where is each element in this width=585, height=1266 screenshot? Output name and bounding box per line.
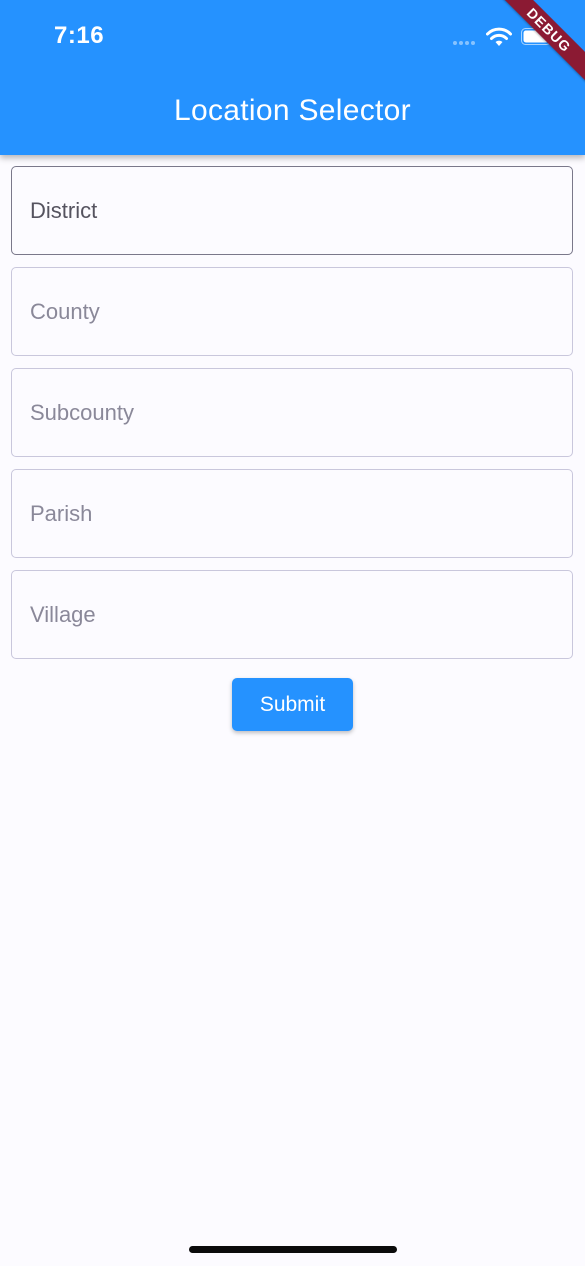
home-indicator[interactable] <box>189 1246 397 1253</box>
page-title: Location Selector <box>174 94 411 127</box>
county-input[interactable] <box>30 268 550 355</box>
status-time: 7:16 <box>54 22 105 49</box>
parish-input[interactable] <box>30 470 550 557</box>
district-input[interactable] <box>30 167 550 254</box>
signal-icon <box>453 41 475 45</box>
subcounty-input[interactable] <box>30 369 550 456</box>
district-field[interactable] <box>11 166 573 255</box>
wifi-icon <box>486 27 512 46</box>
subcounty-field[interactable] <box>11 368 573 457</box>
location-form <box>11 166 574 671</box>
county-field[interactable] <box>11 267 573 356</box>
village-field[interactable] <box>11 570 573 659</box>
app-bar: 7:16 DEBUG Location Selector <box>0 0 585 155</box>
parish-field[interactable] <box>11 469 573 558</box>
submit-button[interactable]: Submit <box>232 678 353 731</box>
village-input[interactable] <box>30 571 550 658</box>
